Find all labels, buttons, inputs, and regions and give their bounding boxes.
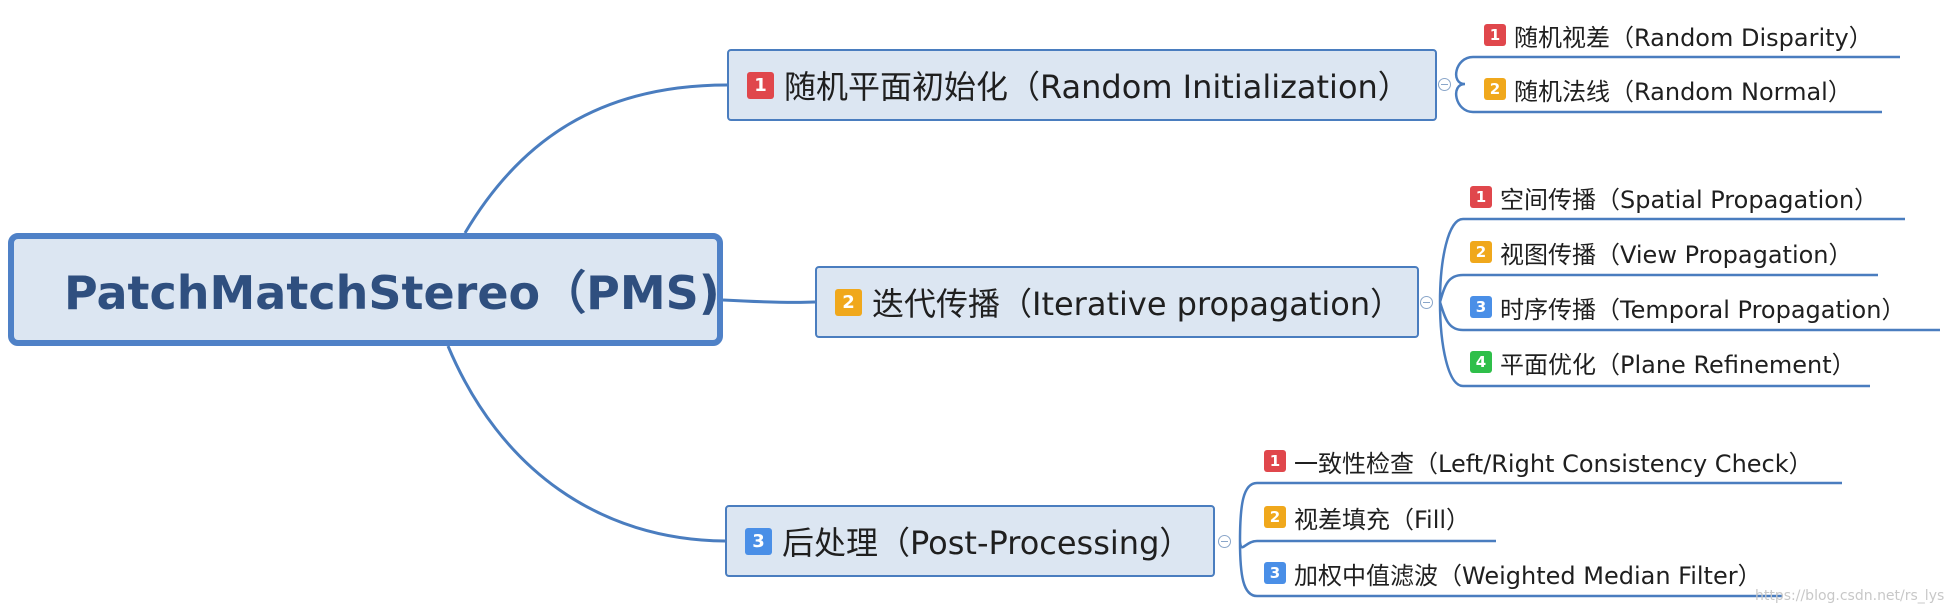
leaf-label: 时序传播（Temporal Propagation） [1500, 295, 1906, 324]
priority-badge-2: 2 [835, 288, 862, 316]
root-node[interactable]: PatchMatchStereo（PMS) [8, 233, 723, 346]
connector-root-branch-1 [463, 83, 728, 234]
leaf-label: 视图传播（View Propagation） [1500, 240, 1853, 269]
leaf-label: 加权中值滤波（Weighted Median Filter） [1294, 561, 1762, 590]
leaf-label: 空间传播（Spatial Propagation） [1500, 185, 1879, 214]
leaf-temporal-propagation[interactable]: 3 时序传播（Temporal Propagation） [1470, 290, 1905, 324]
collapse-toggle-icon[interactable] [1218, 535, 1231, 548]
priority-badge-2: 2 [1470, 241, 1492, 263]
branch-label: 后处理（Post-Processing） [782, 524, 1192, 562]
priority-badge-3: 3 [1470, 296, 1492, 318]
leaf-label: 平面优化（Plane Refinement） [1500, 350, 1856, 379]
leaf-view-propagation[interactable]: 2 视图传播（View Propagation） [1470, 235, 1853, 269]
collapse-toggle-icon[interactable] [1420, 296, 1433, 309]
leaf-label: 随机视差（Random Disparity） [1514, 23, 1873, 52]
leaf-fill[interactable]: 2 视差填充（Fill） [1264, 500, 1470, 534]
watermark: https://blog.csdn.net/rs_lys [1755, 588, 1945, 604]
priority-badge-1: 1 [1484, 24, 1506, 46]
connector-root-branch-2 [722, 298, 816, 304]
branch-post-processing[interactable]: 3 后处理（Post-Processing） [725, 505, 1215, 577]
priority-badge-1: 1 [1264, 450, 1286, 472]
leaf-label: 随机法线（Random Normal） [1514, 77, 1852, 106]
branch-random-initialization[interactable]: 1 随机平面初始化（Random Initialization） [727, 49, 1437, 121]
root-title: PatchMatchStereo（PMS) [64, 265, 720, 320]
leaf-label: 一致性检查（Left/Right Consistency Check） [1294, 449, 1813, 478]
leaf-plane-refinement[interactable]: 4 平面优化（Plane Refinement） [1470, 345, 1856, 379]
leaf-random-disparity[interactable]: 1 随机视差（Random Disparity） [1484, 18, 1873, 52]
priority-badge-3: 3 [745, 527, 772, 555]
leaf-label: 视差填充（Fill） [1294, 505, 1471, 534]
collapse-toggle-icon[interactable] [1438, 78, 1451, 91]
connector-root-branch-3 [446, 345, 726, 543]
branch-label: 迭代传播（Iterative propagation） [872, 285, 1403, 323]
priority-badge-2: 2 [1484, 78, 1506, 100]
priority-badge-4: 4 [1470, 351, 1492, 373]
priority-badge-1: 1 [1470, 186, 1492, 208]
priority-badge-1: 1 [747, 71, 774, 99]
leaf-weighted-median-filter[interactable]: 3 加权中值滤波（Weighted Median Filter） [1264, 556, 1762, 590]
priority-badge-3: 3 [1264, 562, 1286, 584]
leaf-consistency-check[interactable]: 1 一致性检查（Left/Right Consistency Check） [1264, 444, 1813, 478]
branch-label: 随机平面初始化（Random Initialization） [784, 68, 1410, 106]
branch-iterative-propagation[interactable]: 2 迭代传播（Iterative propagation） [815, 266, 1419, 338]
leaf-random-normal[interactable]: 2 随机法线（Random Normal） [1484, 72, 1852, 106]
leaf-spatial-propagation[interactable]: 1 空间传播（Spatial Propagation） [1470, 180, 1878, 214]
priority-badge-2: 2 [1264, 506, 1286, 528]
